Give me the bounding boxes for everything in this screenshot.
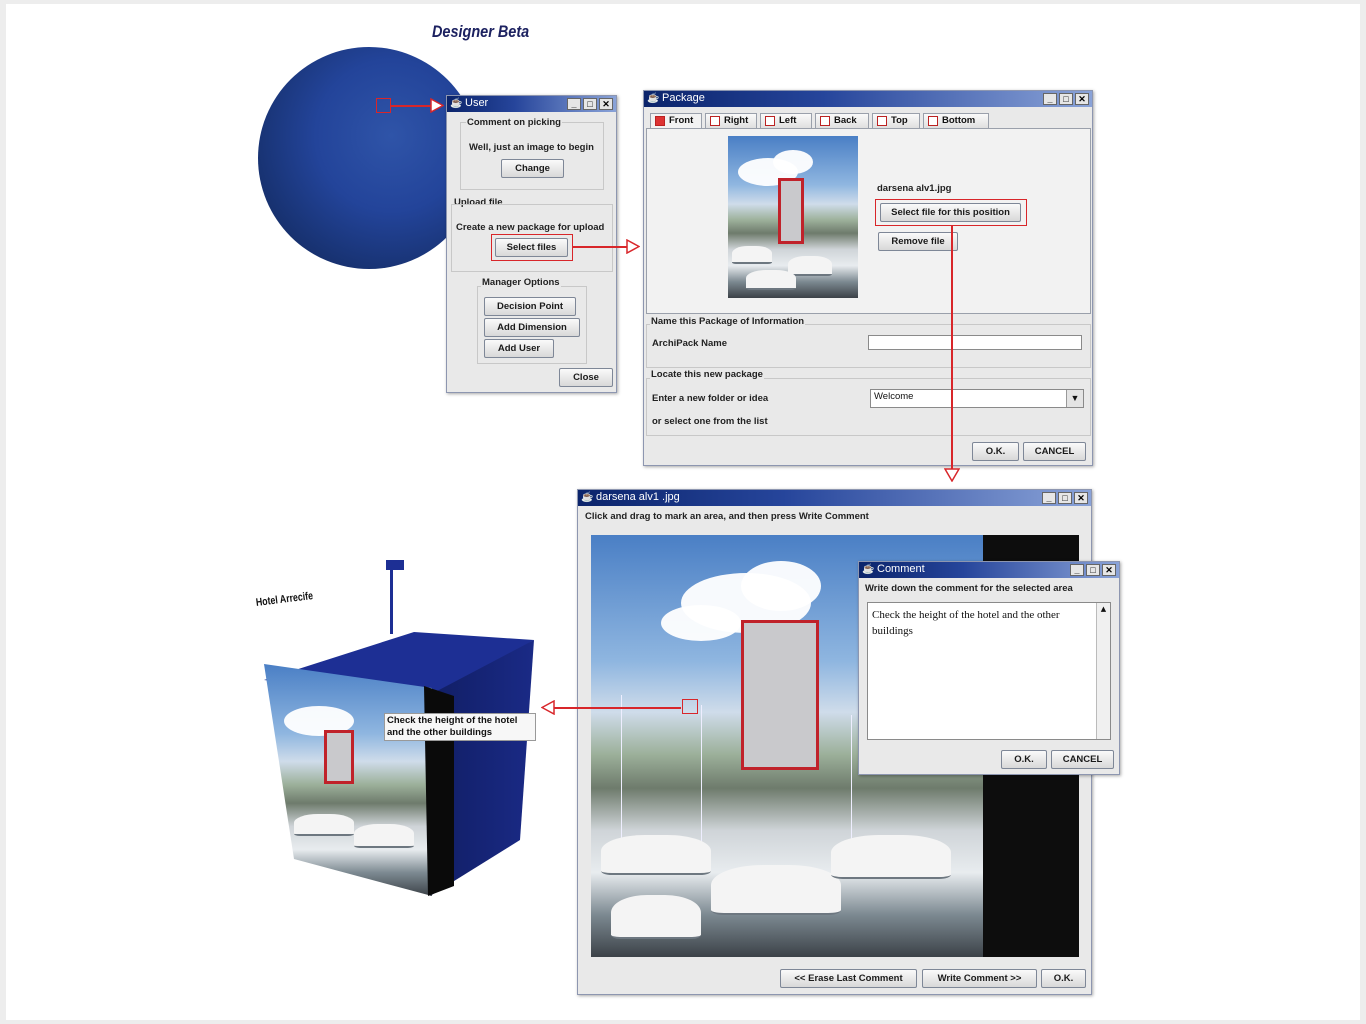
instruction-text: Click and drag to mark an area, and then…	[585, 511, 869, 522]
comment-cancel-button[interactable]: CANCEL	[1051, 750, 1114, 769]
close-window-button[interactable]: ✕	[1074, 492, 1088, 504]
comment-instruction: Write down the comment for the selected …	[865, 583, 1073, 594]
maximize-button[interactable]: □	[583, 98, 597, 110]
ok-button[interactable]: O.K.	[972, 442, 1019, 461]
erase-last-comment-button[interactable]: << Erase Last Comment	[780, 969, 917, 988]
tab-back[interactable]: Back	[815, 113, 869, 129]
comment-text: Well, just an image to begin	[469, 142, 594, 153]
minimize-button[interactable]: _	[567, 98, 581, 110]
java-icon: ☕	[450, 98, 463, 109]
tab-bottom[interactable]: Bottom	[923, 113, 989, 129]
comment-group	[460, 122, 604, 190]
java-icon: ☕	[581, 492, 594, 503]
comment-window: ☕ Comment _ □ ✕ Write down the comment f…	[858, 561, 1120, 775]
java-icon: ☕	[862, 564, 875, 575]
image-ok-button[interactable]: O.K.	[1041, 969, 1086, 988]
cancel-button[interactable]: CANCEL	[1023, 442, 1086, 461]
comment-textarea-text: Check the height of the hotel and the ot…	[872, 609, 1060, 637]
tab-top[interactable]: Top	[872, 113, 920, 129]
pick-marker	[376, 98, 391, 113]
add-user-button[interactable]: Add User	[484, 339, 554, 358]
file-name: darsena alv1.jpg	[877, 183, 952, 194]
comment-textarea[interactable]: Check the height of the hotel and the ot…	[867, 602, 1111, 740]
decision-point-button[interactable]: Decision Point	[484, 297, 576, 316]
close-window-button[interactable]: ✕	[599, 98, 613, 110]
write-comment-button[interactable]: Write Comment >>	[922, 969, 1037, 988]
maximize-button[interactable]: □	[1086, 564, 1100, 576]
face-icon	[655, 116, 665, 126]
face-icon	[820, 116, 830, 126]
add-dimension-button[interactable]: Add Dimension	[484, 318, 580, 337]
select-files-highlight	[491, 234, 573, 261]
manager-group-label: Manager Options	[481, 277, 561, 288]
face-icon	[928, 116, 938, 126]
minimize-button[interactable]: _	[1042, 492, 1056, 504]
folder-select-value: Welcome	[874, 391, 914, 402]
archipack-name-input[interactable]	[868, 335, 1082, 350]
tab-left[interactable]: Left	[760, 113, 812, 129]
arrow-line	[951, 225, 953, 469]
arrow-line	[554, 707, 681, 709]
flag-pole	[390, 568, 393, 634]
arrow-head-icon	[626, 239, 640, 254]
close-window-button[interactable]: ✕	[1075, 93, 1089, 105]
locate-group-label: Locate this new package	[650, 369, 764, 380]
java-icon: ☕	[647, 93, 660, 104]
window-title: darsena alv1 .jpg	[596, 491, 680, 503]
close-window-button[interactable]: ✕	[1102, 564, 1116, 576]
package-window: ☕ Package _ □ ✕ Front Right Left Back To…	[643, 90, 1093, 466]
scrollbar[interactable]: ▲	[1096, 603, 1110, 739]
page-title: Designer Beta	[432, 22, 530, 41]
tab-front[interactable]: Front	[650, 113, 702, 129]
marked-area	[682, 699, 698, 714]
face-icon	[765, 116, 775, 126]
comment-ok-button[interactable]: O.K.	[1001, 750, 1047, 769]
folder-label: Enter a new folder or idea	[652, 393, 769, 404]
minimize-button[interactable]: _	[1070, 564, 1084, 576]
window-title: Comment	[877, 563, 925, 575]
list-label: or select one from the list	[652, 416, 768, 427]
face-icon	[710, 116, 720, 126]
archipack-label: ArchiPack Name	[652, 338, 727, 349]
select-file-highlight	[875, 199, 1027, 226]
name-group-label: Name this Package of Information	[650, 316, 806, 327]
change-button[interactable]: Change	[501, 159, 564, 178]
face-icon	[877, 116, 887, 126]
chevron-down-icon[interactable]: ▼	[1066, 390, 1083, 407]
window-title: User	[465, 97, 489, 109]
cube-tooltip: Check the height of the hotel and the ot…	[384, 713, 536, 741]
tab-right[interactable]: Right	[705, 113, 757, 129]
close-button[interactable]: Close	[559, 368, 613, 387]
maximize-button[interactable]: □	[1058, 492, 1072, 504]
maximize-button[interactable]: □	[1059, 93, 1073, 105]
comment-group-label: Comment on picking	[466, 117, 562, 128]
arrow-head-icon	[430, 98, 444, 113]
user-titlebar[interactable]: ☕ User _ □ ✕	[447, 96, 616, 112]
minimize-button[interactable]: _	[1043, 93, 1057, 105]
image-titlebar[interactable]: ☕ darsena alv1 .jpg _ □ ✕	[578, 490, 1091, 506]
preview-image	[728, 136, 858, 298]
folder-select[interactable]: Welcome ▼	[870, 389, 1084, 408]
user-window: ☕ User _ □ ✕ Comment on picking Well, ju…	[446, 95, 617, 393]
arrow-head-icon	[944, 468, 960, 482]
comment-titlebar[interactable]: ☕ Comment _ □ ✕	[859, 562, 1119, 578]
package-titlebar[interactable]: ☕ Package _ □ ✕	[644, 91, 1092, 107]
upload-text: Create a new package for upload	[456, 222, 605, 233]
arrow-head-icon	[541, 700, 555, 715]
remove-file-button[interactable]: Remove file	[878, 232, 958, 251]
arrow-line	[572, 246, 632, 248]
window-title: Package	[662, 92, 705, 104]
flag-icon	[386, 560, 404, 570]
